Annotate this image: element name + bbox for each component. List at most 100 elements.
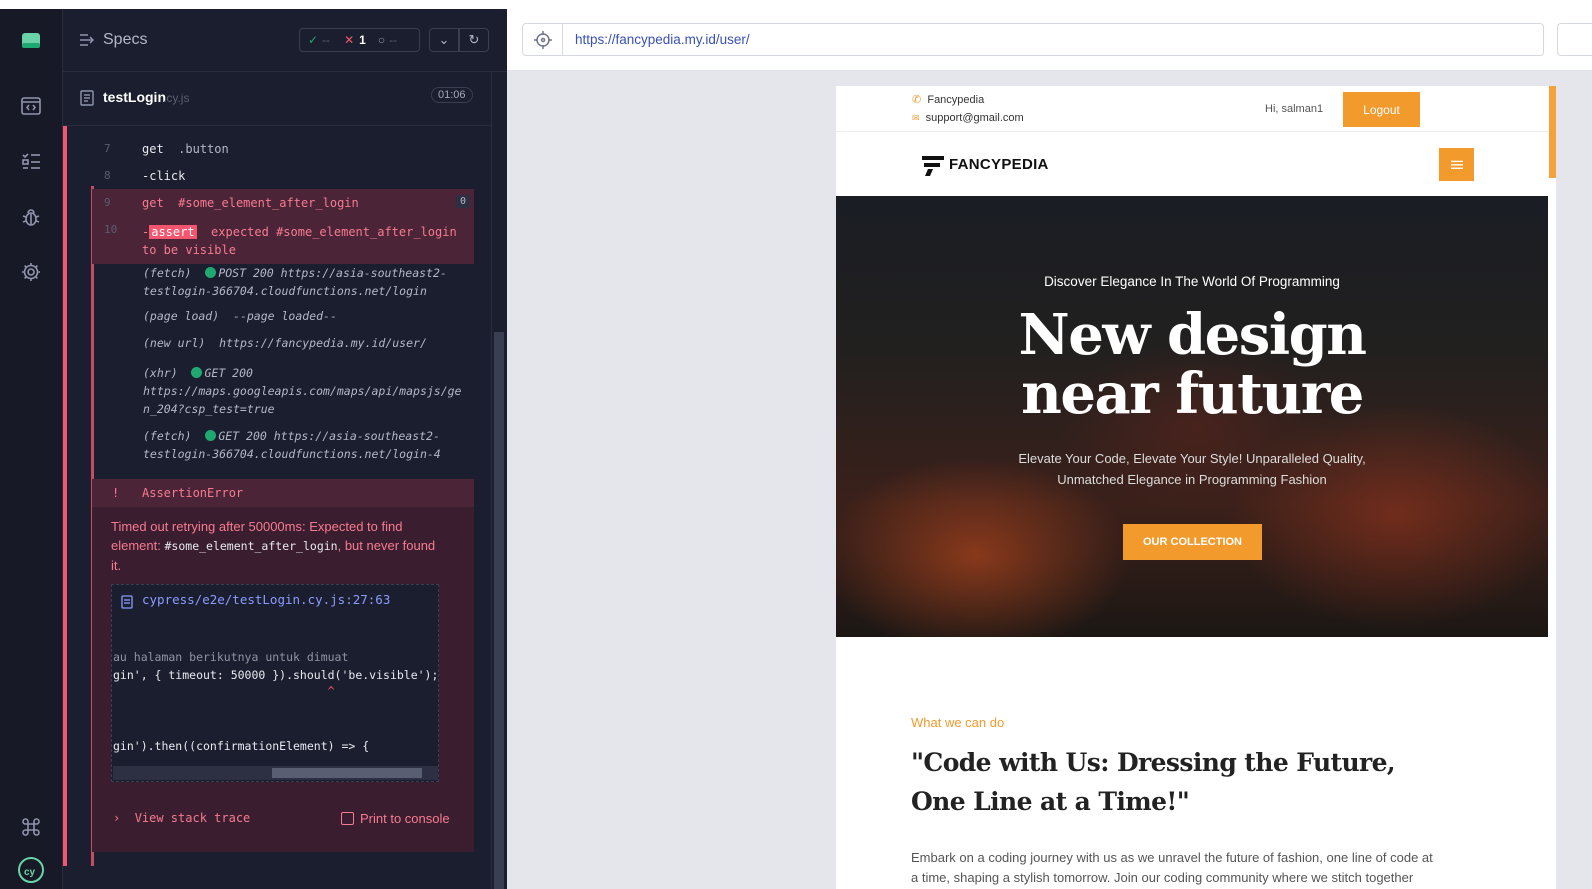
section-heading-line-1: "Code with Us: Dressing the Future, bbox=[911, 748, 1396, 777]
event-type: (page load) bbox=[143, 309, 220, 323]
command-row-failed[interactable]: 9 get #some_element_after_login 0 bbox=[92, 189, 474, 216]
reporter-scroll-thumb[interactable] bbox=[494, 332, 504, 889]
hero-paragraph: Elevate Your Code, Elevate Your Style! U… bbox=[836, 448, 1548, 490]
chevron-down-icon[interactable]: ⌄ bbox=[429, 28, 459, 52]
code-file-link[interactable]: cypress/e2e/testLogin.cy.js:27:63 bbox=[142, 592, 390, 607]
command-number: 7 bbox=[104, 142, 111, 155]
event-url-cont: testlogin-366704.cloudfunctions.net/logi… bbox=[143, 284, 427, 298]
event-url: https://asia-southeast2- bbox=[280, 266, 447, 280]
event-row[interactable]: (page load) --page loaded-- bbox=[143, 307, 473, 325]
file-icon bbox=[80, 90, 94, 106]
event-url: https://asia-southeast2- bbox=[273, 429, 440, 443]
assert-line-1: expected #some_element_after_login bbox=[211, 225, 457, 239]
app-logo-icon[interactable] bbox=[18, 28, 44, 54]
chevron-right-icon: › bbox=[113, 811, 121, 825]
event-text: https://fancypedia.my.id/user/ bbox=[219, 336, 427, 350]
command-arg: .button bbox=[178, 142, 229, 156]
command-method: -click bbox=[142, 169, 186, 183]
code-scroll-thumb[interactable] bbox=[272, 768, 422, 778]
keyboard-shortcuts-icon[interactable] bbox=[18, 814, 44, 840]
contact-row: ✆ Fancypedia bbox=[912, 93, 984, 106]
command-row-failed[interactable]: 10 - assert expected #some_element_after_… bbox=[92, 216, 474, 264]
error-name: AssertionError bbox=[142, 486, 244, 500]
fancypedia-logo-icon[interactable] bbox=[920, 154, 946, 176]
specs-label[interactable]: Specs bbox=[103, 31, 147, 49]
passed-icon: ✓ bbox=[308, 33, 319, 47]
command-row[interactable]: 8 -click bbox=[92, 162, 474, 189]
test-extension: .cy.js bbox=[163, 91, 190, 105]
reporter-panel: Specs ✓ -- ✕ 1 ○ -- ⌄ ↻ testLogin .cy.js… bbox=[63, 9, 507, 889]
event-row[interactable]: (fetch) GET 200 https://asia-southeast2-… bbox=[143, 427, 473, 463]
section-paragraph-line-2: a time, shaping a stylish tomorrow. Join… bbox=[911, 870, 1414, 885]
event-row[interactable]: (xhr) GET 200 https://maps.googleapis.com… bbox=[143, 364, 473, 418]
command-number: 10 bbox=[104, 223, 118, 236]
event-url: https://maps.googleapis.com/maps/api/map… bbox=[143, 384, 462, 398]
phone-icon: ✆ bbox=[912, 94, 922, 106]
url-text[interactable]: https://fancypedia.my.id/user/ bbox=[575, 32, 750, 47]
site-logo-text[interactable]: FANCYPEDIA bbox=[949, 156, 1049, 173]
contact-email[interactable]: support@gmail.com bbox=[926, 112, 1024, 124]
cypress-logo-icon[interactable]: cy bbox=[18, 857, 44, 883]
section-eyebrow: What we can do bbox=[911, 715, 1005, 730]
event-url-cont: n_204?csp_test=true bbox=[143, 402, 275, 416]
test-name: testLogin bbox=[103, 89, 166, 105]
code-line: gin', { timeout: 50000 }).should('be.vis… bbox=[113, 668, 439, 682]
event-type: (new url) bbox=[143, 336, 206, 350]
command-name: get #some_element_after_login bbox=[142, 196, 359, 210]
runner-side-nav: cy bbox=[0, 9, 63, 889]
pending-icon: ○ bbox=[377, 33, 386, 47]
reporter-header: Specs ✓ -- ✕ 1 ○ -- ⌄ ↻ bbox=[63, 9, 507, 72]
debug-icon[interactable] bbox=[18, 204, 44, 230]
failed-test-indicator bbox=[63, 126, 67, 866]
pending-count: -- bbox=[389, 33, 398, 47]
mail-icon: ✉ bbox=[912, 113, 920, 123]
event-row[interactable]: (fetch) POST 200 https://asia-southeast2… bbox=[143, 264, 473, 300]
test-duration: 01:06 bbox=[431, 87, 473, 103]
hamburger-menu-icon[interactable] bbox=[1439, 148, 1474, 181]
window-top-strip bbox=[0, 0, 1592, 9]
command-number: 9 bbox=[104, 196, 111, 209]
settings-icon[interactable] bbox=[18, 259, 44, 285]
command-method: get bbox=[142, 196, 164, 210]
passed-count: -- bbox=[322, 33, 331, 47]
element-count-badge: 0 bbox=[456, 195, 471, 208]
specs-icon[interactable] bbox=[18, 93, 44, 119]
event-status: POST 200 bbox=[218, 266, 274, 280]
event-type: (xhr) bbox=[143, 366, 178, 380]
selector-playground-icon[interactable] bbox=[533, 30, 553, 50]
section-paragraph: Embark on a coding journey with us as we… bbox=[911, 848, 1481, 888]
assert-text: - assert expected #some_element_after_log… bbox=[142, 223, 462, 259]
specs-menu-icon[interactable] bbox=[79, 33, 95, 47]
logout-button[interactable]: Logout bbox=[1343, 92, 1420, 127]
url-divider bbox=[562, 24, 563, 55]
error-message: Timed out retrying after 50000ms: Expect… bbox=[111, 517, 441, 575]
command-number: 8 bbox=[104, 169, 111, 182]
command-row[interactable]: 7 get .button bbox=[92, 135, 474, 162]
hero-title-line-1: New design bbox=[1018, 302, 1367, 368]
site-scrollbar[interactable] bbox=[1548, 86, 1556, 889]
rerun-icon[interactable]: ↻ bbox=[459, 28, 489, 52]
event-type: (fetch) bbox=[143, 429, 192, 443]
code-line: gin').then((confirmationElement) => { bbox=[113, 739, 370, 753]
event-status: GET 200 bbox=[204, 366, 253, 380]
site-scroll-thumb[interactable] bbox=[1549, 86, 1556, 178]
view-stack-trace-button[interactable]: › View stack trace bbox=[113, 811, 250, 825]
status-dot-icon bbox=[205, 430, 217, 441]
status-dot-icon bbox=[191, 367, 203, 378]
command-method: get bbox=[142, 142, 164, 156]
runs-icon[interactable] bbox=[18, 148, 44, 174]
email-row: ✉ support@gmail.com bbox=[912, 112, 1024, 124]
event-row[interactable]: (new url) https://fancypedia.my.id/user/ bbox=[143, 334, 473, 352]
file-icon bbox=[121, 595, 133, 609]
print-to-console-button[interactable]: Print to console bbox=[341, 811, 450, 826]
hero-title-line-2: near future bbox=[1021, 361, 1364, 427]
error-header: ! AssertionError bbox=[92, 479, 474, 507]
assert-line-2: to be visible bbox=[142, 243, 236, 257]
our-collection-button[interactable]: OUR COLLECTION bbox=[1123, 524, 1262, 560]
event-status: GET 200 bbox=[218, 429, 267, 443]
event-text: --page loaded-- bbox=[233, 309, 337, 323]
print-console-label: Print to console bbox=[360, 811, 450, 826]
viewport-info-button[interactable] bbox=[1557, 23, 1592, 56]
code-line: au halaman berikutnya untuk dimuat bbox=[113, 650, 349, 664]
hero-paragraph-line-2: Unmatched Elegance in Programming Fashio… bbox=[1057, 472, 1327, 487]
